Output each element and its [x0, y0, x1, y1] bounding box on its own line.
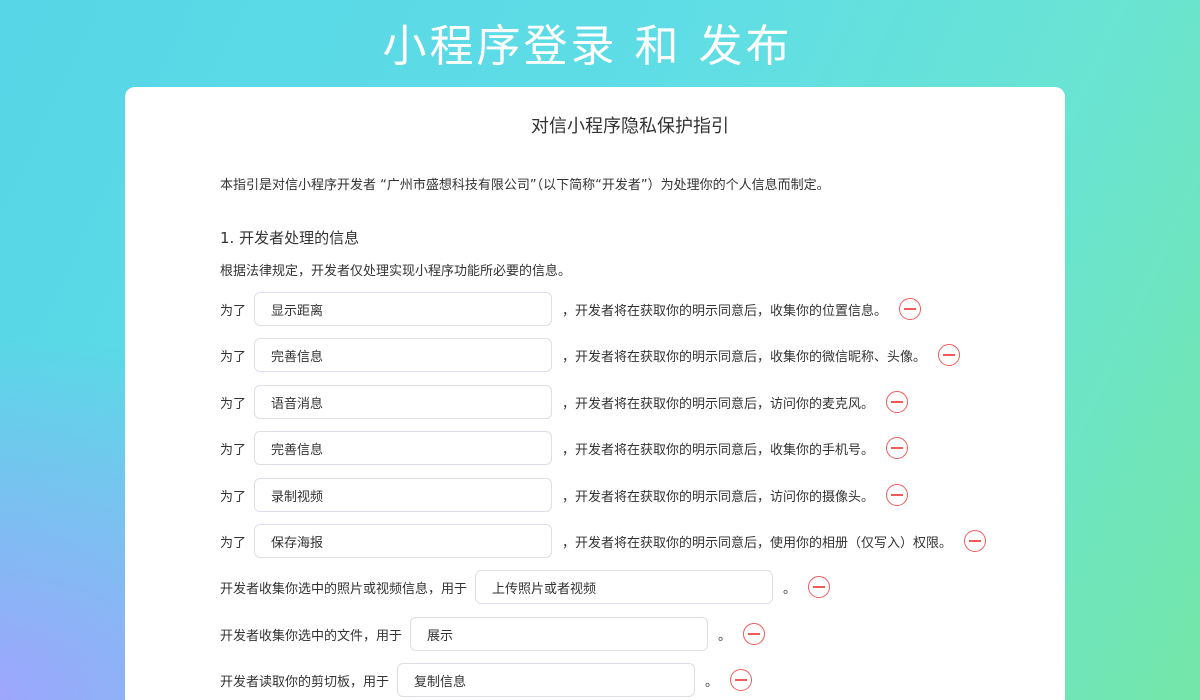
minus-circle-icon[interactable]: [899, 298, 922, 320]
row-prefix: 为了: [220, 442, 247, 458]
row-prefix: 为了: [220, 303, 247, 319]
row-suffix: ，开发者将在获取你的明示同意后，访问你的麦克风。: [562, 396, 875, 412]
purpose-input[interactable]: 显示距离: [254, 292, 553, 326]
minus-circle-icon[interactable]: [938, 344, 961, 366]
intro-text: 本指引是对信小程序开发者 “广州市盛想科技有限公司”（以下简称“开发者”）为处理…: [220, 178, 830, 193]
usage-input[interactable]: 上传照片或者视频: [475, 570, 774, 604]
row-prefix: 开发者读取你的剪切板，用于: [220, 674, 390, 690]
purpose-row: 为了 语音消息 ，开发者将在获取你的明示同意后，访问你的麦克风。: [220, 384, 909, 420]
usage-input[interactable]: 复制信息: [397, 663, 696, 697]
row-suffix: 。: [718, 628, 732, 644]
section-title: 1. 开发者处理的信息: [220, 229, 360, 247]
row-prefix: 开发者收集你选中的照片或视频信息，用于: [220, 581, 468, 597]
page-title: 小程序登录 和 发布: [382, 21, 793, 72]
purpose-input[interactable]: 保存海报: [254, 524, 553, 558]
row-suffix: ，开发者将在获取你的明示同意后，收集你的位置信息。: [562, 303, 888, 319]
row-suffix: 。: [783, 581, 797, 597]
purpose-row: 为了 完善信息 ，开发者将在获取你的明示同意后，收集你的手机号。: [220, 430, 909, 466]
usage-input[interactable]: 展示: [410, 617, 709, 651]
document-title: 对信小程序隐私保护指引: [531, 116, 729, 137]
minus-circle-icon[interactable]: [808, 576, 831, 598]
row-prefix: 为了: [220, 349, 247, 365]
row-prefix: 为了: [220, 489, 247, 505]
usage-row: 开发者收集你选中的照片或视频信息，用于 上传照片或者视频 。: [220, 569, 831, 605]
usage-row: 开发者读取你的剪切板，用于 复制信息 。: [220, 662, 753, 698]
purpose-row: 为了 保存海报 ，开发者将在获取你的明示同意后，使用你的相册（仅写入）权限。: [220, 523, 987, 559]
row-suffix: ，开发者将在获取你的明示同意后，收集你的手机号。: [562, 442, 875, 458]
section-description: 根据法律规定，开发者仅处理实现小程序功能所必要的信息。: [220, 264, 572, 279]
minus-circle-icon[interactable]: [886, 437, 909, 459]
purpose-row: 为了 完善信息 ，开发者将在获取你的明示同意后，收集你的微信昵称、头像。: [220, 337, 961, 373]
row-suffix: ，开发者将在获取你的明示同意后，收集你的微信昵称、头像。: [562, 349, 927, 365]
row-suffix: ，开发者将在获取你的明示同意后，访问你的摄像头。: [562, 489, 875, 505]
purpose-input[interactable]: 语音消息: [254, 385, 553, 419]
row-prefix: 为了: [220, 535, 247, 551]
minus-circle-icon[interactable]: [964, 530, 987, 552]
minus-circle-icon[interactable]: [886, 484, 909, 506]
purpose-input[interactable]: 完善信息: [254, 431, 553, 465]
row-suffix: ，开发者将在获取你的明示同意后，使用你的相册（仅写入）权限。: [562, 535, 953, 551]
minus-circle-icon[interactable]: [730, 669, 753, 691]
row-prefix: 开发者收集你选中的文件，用于: [220, 628, 403, 644]
usage-row: 开发者收集你选中的文件，用于 展示 。: [220, 616, 766, 652]
purpose-row: 为了 录制视频 ，开发者将在获取你的明示同意后，访问你的摄像头。: [220, 477, 909, 513]
purpose-input[interactable]: 完善信息: [254, 338, 553, 372]
purpose-input[interactable]: 录制视频: [254, 478, 553, 512]
row-prefix: 为了: [220, 396, 247, 412]
minus-circle-icon[interactable]: [886, 391, 909, 413]
minus-circle-icon[interactable]: [743, 623, 766, 645]
row-suffix: 。: [705, 674, 719, 690]
purpose-row: 为了 显示距离 ，开发者将在获取你的明示同意后，收集你的位置信息。: [220, 291, 922, 327]
